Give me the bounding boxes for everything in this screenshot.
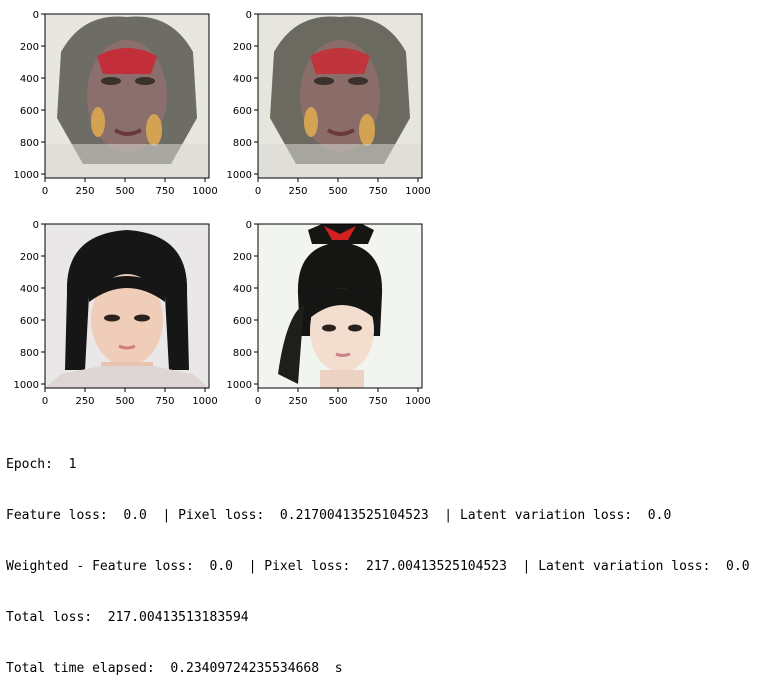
- time-elapsed-line: Total time elapsed: 0.23409724235534668 …: [6, 661, 343, 676]
- x-tick-label: 250: [75, 186, 94, 197]
- y-tick-label: 1000: [227, 380, 252, 391]
- y-tick-label: 600: [20, 106, 39, 117]
- x-tick-label: 1000: [192, 186, 217, 197]
- x-axis: 0 250 500 750 1000: [255, 178, 431, 197]
- x-tick-label: 0: [255, 396, 261, 407]
- x-tick-label: 750: [155, 396, 174, 407]
- right-eye: [135, 77, 155, 85]
- x-tick-label: 1000: [405, 186, 430, 197]
- y-tick-label: 200: [20, 252, 39, 263]
- loss-line: Feature loss: 0.0 | Pixel loss: 0.217004…: [6, 508, 672, 523]
- x-tick-label: 750: [368, 396, 387, 407]
- y-tick-label: 1000: [14, 170, 39, 181]
- plot-source-face: 0 200 400 600 800 1000 0 250 500 750 100…: [14, 220, 245, 424]
- image-content: [45, 14, 209, 178]
- y-tick-label: 400: [20, 74, 39, 85]
- x-tick-label: 500: [115, 186, 134, 197]
- x-tick-label: 1000: [405, 396, 430, 407]
- y-tick-label: 0: [246, 10, 252, 21]
- y-tick-label: 400: [233, 284, 252, 295]
- y-tick-label: 400: [20, 284, 39, 295]
- console-output: Epoch: 1 Feature loss: 0.0 | Pixel loss:…: [6, 422, 771, 694]
- y-tick-label: 800: [20, 138, 39, 149]
- y-tick-label: 1000: [227, 170, 252, 181]
- x-tick-label: 250: [75, 396, 94, 407]
- y-tick-label: 600: [233, 106, 252, 117]
- left-eye: [322, 324, 336, 332]
- plot-svg: 0 200 400 600 800 1000 0 250 500 750 100…: [14, 10, 218, 197]
- yellow-artifact-left: [91, 107, 105, 137]
- x-tick-label: 500: [328, 396, 347, 407]
- x-axis: 0 250 500 750 1000: [255, 388, 431, 407]
- x-axis: 0 250 500 750 1000: [42, 388, 218, 407]
- x-tick-label: 750: [155, 186, 174, 197]
- x-tick-label: 500: [115, 396, 134, 407]
- y-tick-label: 200: [233, 42, 252, 53]
- plot-reconstructed-b: 0 200 400 600 800 1000 0 250 500 750 100…: [227, 10, 458, 214]
- image-content: [258, 224, 422, 388]
- y-tick-label: 200: [233, 252, 252, 263]
- left-eye: [101, 77, 121, 85]
- image-content: [45, 224, 209, 388]
- y-tick-label: 200: [20, 42, 39, 53]
- x-tick-label: 0: [255, 186, 261, 197]
- plot-svg: 0 200 400 600 800 1000 0 250 500 750 100…: [227, 220, 431, 407]
- plot-svg: 0 200 400 600 800 1000 0 250 500 750 100…: [227, 10, 431, 197]
- y-tick-label: 800: [20, 348, 39, 359]
- left-eye: [104, 314, 120, 322]
- neck: [320, 370, 364, 388]
- right-eye: [134, 314, 150, 322]
- x-tick-label: 0: [42, 396, 48, 407]
- yellow-artifact-right: [359, 114, 375, 146]
- image-content: [258, 14, 422, 178]
- y-axis: 0 200 400 600 800 1000: [14, 220, 45, 391]
- mouth: [335, 352, 351, 357]
- x-tick-label: 750: [368, 186, 387, 197]
- y-tick-label: 0: [246, 220, 252, 231]
- y-tick-label: 400: [233, 74, 252, 85]
- y-tick-label: 800: [233, 138, 252, 149]
- x-tick-label: 0: [42, 186, 48, 197]
- x-axis: 0 250 500 750 1000: [42, 178, 218, 197]
- x-tick-label: 250: [288, 186, 307, 197]
- plot-target-face: 0 200 400 600 800 1000 0 250 500 750 100…: [227, 220, 458, 424]
- yellow-artifact-right: [146, 114, 162, 146]
- y-tick-label: 1000: [14, 380, 39, 391]
- plot-svg: 0 200 400 600 800 1000 0 250 500 750 100…: [14, 220, 218, 407]
- left-eye: [314, 77, 334, 85]
- y-tick-label: 0: [33, 10, 39, 21]
- plot-reconstructed-a: 0 200 400 600 800 1000 0 250 500 750 100…: [14, 10, 245, 214]
- weighted-loss-line: Weighted - Feature loss: 0.0 | Pixel los…: [6, 559, 750, 574]
- right-eye: [348, 324, 362, 332]
- x-tick-label: 250: [288, 396, 307, 407]
- y-tick-label: 600: [20, 316, 39, 327]
- neck-blur: [258, 144, 422, 178]
- y-tick-label: 800: [233, 348, 252, 359]
- neck-blur: [45, 144, 209, 178]
- y-axis: 0 200 400 600 800 1000: [14, 10, 45, 181]
- yellow-artifact-left: [304, 107, 318, 137]
- x-tick-label: 500: [328, 186, 347, 197]
- epoch-line: Epoch: 1: [6, 457, 77, 472]
- total-loss-line: Total loss: 217.00413513183594: [6, 610, 249, 625]
- y-tick-label: 0: [33, 220, 39, 231]
- right-eye: [348, 77, 368, 85]
- x-tick-label: 1000: [192, 396, 217, 407]
- y-tick-label: 600: [233, 316, 252, 327]
